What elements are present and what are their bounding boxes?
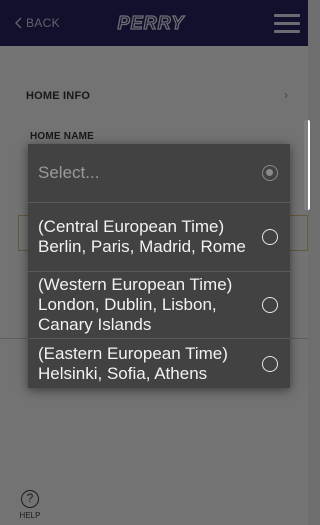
radio-icon bbox=[262, 297, 278, 313]
option-eastern-european[interactable]: (Eastern European Time) Helsinki, Sofia,… bbox=[28, 339, 290, 388]
option-label: (Eastern European Time) Helsinki, Sofia,… bbox=[38, 343, 228, 383]
timezone-dropdown: Select... (Central European Time) Berlin… bbox=[28, 144, 290, 388]
option-select[interactable]: Select... bbox=[28, 144, 290, 202]
option-label: (Western European Time) London, Dublin, … bbox=[38, 275, 233, 334]
radio-icon bbox=[262, 229, 278, 245]
option-central-european[interactable]: (Central European Time) Berlin, Paris, M… bbox=[28, 203, 290, 271]
radio-icon bbox=[262, 355, 278, 372]
option-label: (Central European Time) Berlin, Paris, M… bbox=[38, 217, 246, 256]
radio-selected-icon bbox=[262, 165, 278, 181]
option-western-european[interactable]: (Western European Time) London, Dublin, … bbox=[28, 272, 290, 338]
option-label: Select... bbox=[38, 163, 100, 182]
